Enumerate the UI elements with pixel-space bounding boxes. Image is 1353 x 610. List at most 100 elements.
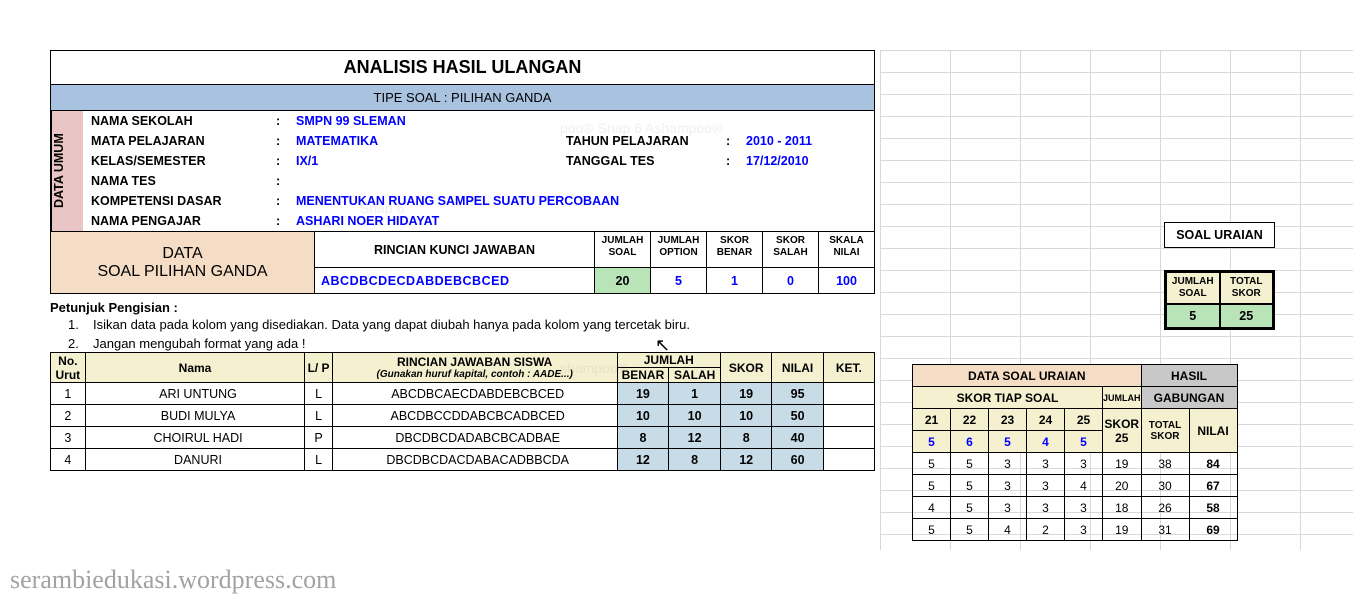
cell-score[interactable]: 4 xyxy=(989,519,1027,541)
max-score[interactable]: 5 xyxy=(989,431,1027,453)
skor-salah-value[interactable]: 0 xyxy=(763,268,819,294)
field-label: KOMPETENSI DASAR xyxy=(91,194,276,208)
jumlah-option-value[interactable]: 5 xyxy=(651,268,707,294)
instruction-item: Jangan mengubah format yang ada ! xyxy=(93,336,305,351)
table-row[interactable]: 3CHOIRUL HADIPDBCDBCDADABCBCADBAE812840 xyxy=(51,427,875,449)
uraian-table[interactable]: DATA SOAL URAIAN HASIL SKOR TIAP SOAL JU… xyxy=(912,364,1238,541)
cell-jawaban[interactable]: DBCDBCDACDABACADBBCDA xyxy=(332,449,617,471)
skor-benar-value[interactable]: 1 xyxy=(707,268,763,294)
field-label: TANGGAL TES xyxy=(566,154,726,168)
table-row[interactable]: 55423193169 xyxy=(913,519,1238,541)
hasil-title: HASIL xyxy=(1141,365,1237,387)
cell-jumlah: 20 xyxy=(1103,475,1142,497)
cell-score[interactable]: 3 xyxy=(1065,453,1103,475)
cell-score[interactable]: 3 xyxy=(1065,497,1103,519)
field-value[interactable]: MENENTUKAN RUANG SAMPEL SUATU PERCOBAAN xyxy=(296,194,619,208)
skor-tiap-soal-label: SKOR TIAP SOAL xyxy=(913,387,1103,409)
cell-jawaban[interactable]: ABCDBCAECDABDEBCBCED xyxy=(332,383,617,405)
student-table[interactable]: No. Urut Nama L/ P RINCIAN JAWABAN SISWA… xyxy=(50,352,875,471)
max-score[interactable]: 5 xyxy=(1065,431,1103,453)
cell-score[interactable]: 3 xyxy=(989,453,1027,475)
cell-score[interactable]: 3 xyxy=(989,497,1027,519)
cell-lp[interactable]: P xyxy=(305,427,332,449)
answer-key-label: RINCIAN KUNCI JAWABAN xyxy=(315,232,595,268)
max-score[interactable]: 5 xyxy=(913,431,951,453)
cell-score[interactable]: 5 xyxy=(951,475,989,497)
cell-ket xyxy=(823,449,874,471)
jumlah-label: JUMLAH xyxy=(1103,387,1142,409)
q-num: 21 xyxy=(913,409,951,431)
cell-score[interactable]: 3 xyxy=(989,475,1027,497)
cell-skor: 8 xyxy=(720,427,771,449)
cell-score[interactable]: 5 xyxy=(913,475,951,497)
th-ket: KET. xyxy=(823,353,874,383)
table-row[interactable]: 4DANURILDBCDBCDACDABACADBBCDA1281260 xyxy=(51,449,875,471)
skala-nilai-value[interactable]: 100 xyxy=(819,268,875,294)
cell-score[interactable]: 5 xyxy=(913,519,951,541)
col-head: SKOR SALAH xyxy=(763,232,819,268)
field-value[interactable]: 2010 - 2011 xyxy=(746,134,812,148)
cell-jawaban[interactable]: DBCDBCDADABCBCADBAE xyxy=(332,427,617,449)
th-jumlah: JUMLAH xyxy=(617,353,720,368)
cell-nama[interactable]: DANURI xyxy=(85,449,305,471)
answer-key-value[interactable]: ABCDBCDECDABDEBCBCED xyxy=(315,268,595,294)
cell-score[interactable]: 4 xyxy=(913,497,951,519)
field-value[interactable]: IX/1 xyxy=(296,154,526,168)
cell-score[interactable]: 5 xyxy=(913,453,951,475)
cell-score[interactable]: 3 xyxy=(1027,475,1065,497)
cell-ket xyxy=(823,405,874,427)
cell-lp[interactable]: L xyxy=(305,405,332,427)
cell-jawaban[interactable]: ABCDBCCDDABCBCADBCED xyxy=(332,405,617,427)
cell-ket xyxy=(823,427,874,449)
max-score[interactable]: 4 xyxy=(1027,431,1065,453)
site-watermark: serambiedukasi.wordpress.com xyxy=(10,565,336,595)
cell-nama[interactable]: ARI UNTUNG xyxy=(85,383,305,405)
cell-no: 4 xyxy=(51,449,86,471)
data-umum-block: DATA UMUM NAMA SEKOLAH:SMPN 99 SLEMAN MA… xyxy=(50,111,875,232)
cell-no: 1 xyxy=(51,383,86,405)
cell-score[interactable]: 4 xyxy=(1065,475,1103,497)
cell-score[interactable]: 3 xyxy=(1027,453,1065,475)
cell-lp[interactable]: L xyxy=(305,383,332,405)
cell-benar: 8 xyxy=(617,427,669,449)
cell-nama[interactable]: CHOIRUL HADI xyxy=(85,427,305,449)
th-benar: BENAR xyxy=(617,368,669,383)
cell-jumlah: 19 xyxy=(1103,453,1142,475)
table-row[interactable]: 55333193884 xyxy=(913,453,1238,475)
cell-skor: 19 xyxy=(720,383,771,405)
soal-uraian-title: SOAL URAIAN xyxy=(1164,222,1275,248)
cell-lp[interactable]: L xyxy=(305,449,332,471)
cell-salah: 12 xyxy=(669,427,721,449)
cell-score[interactable]: 2 xyxy=(1027,519,1065,541)
field-value[interactable]: 17/12/2010 xyxy=(746,154,809,168)
cell-jumlah: 18 xyxy=(1103,497,1142,519)
max-score[interactable]: 6 xyxy=(951,431,989,453)
cell-score[interactable]: 3 xyxy=(1027,497,1065,519)
table-row[interactable]: 2BUDI MULYALABCDBCCDDABCBCADBCED10101050 xyxy=(51,405,875,427)
table-row[interactable]: 55334203067 xyxy=(913,475,1238,497)
skor-label: SKOR25 xyxy=(1103,409,1142,453)
field-value[interactable]: SMPN 99 SLEMAN xyxy=(296,114,406,128)
th-lp: L/ P xyxy=(305,353,332,383)
data-umum-grid: NAMA SEKOLAH:SMPN 99 SLEMAN MATA PELAJAR… xyxy=(83,111,874,231)
cell-nama[interactable]: BUDI MULYA xyxy=(85,405,305,427)
field-value[interactable]: ASHARI NOER HIDAYAT xyxy=(296,214,439,228)
cell-nilai: 95 xyxy=(772,383,823,405)
uraian-title: DATA SOAL URAIAN xyxy=(913,365,1142,387)
field-label: NAMA TES xyxy=(91,174,276,188)
col-head: SKOR BENAR xyxy=(707,232,763,268)
col-head: TOTAL SKOR xyxy=(1220,272,1274,304)
cell-skor: 10 xyxy=(720,405,771,427)
cell-nilai: 84 xyxy=(1189,453,1237,475)
cell-score[interactable]: 5 xyxy=(951,497,989,519)
table-row[interactable]: 1ARI UNTUNGLABCDBCAECDABDEBCBCED1911995 xyxy=(51,383,875,405)
q-num: 24 xyxy=(1027,409,1065,431)
cell-total: 38 xyxy=(1141,453,1189,475)
cell-ket xyxy=(823,383,874,405)
cell-score[interactable]: 5 xyxy=(951,519,989,541)
table-row[interactable]: 45333182658 xyxy=(913,497,1238,519)
field-value[interactable]: MATEMATIKA xyxy=(296,134,526,148)
cell-score[interactable]: 5 xyxy=(951,453,989,475)
th-no: No. Urut xyxy=(51,353,86,383)
cell-score[interactable]: 3 xyxy=(1065,519,1103,541)
